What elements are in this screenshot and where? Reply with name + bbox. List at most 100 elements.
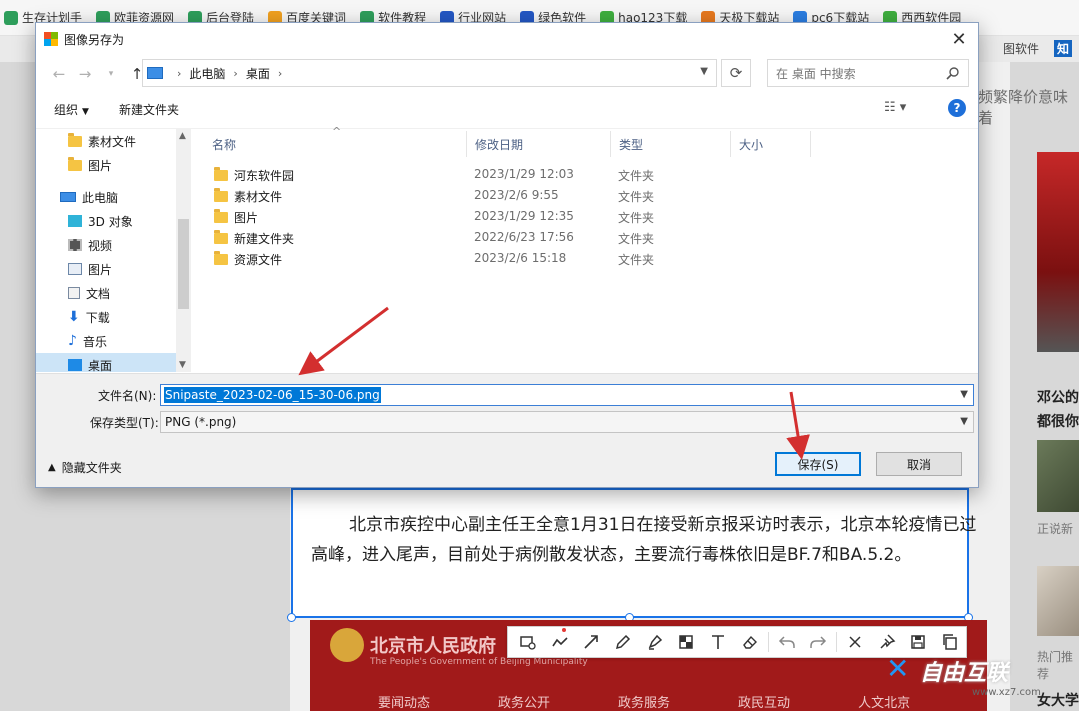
- dialog-title: 图像另存为: [64, 32, 125, 47]
- folder-icon: [68, 156, 82, 171]
- table-row[interactable]: 资源文件 2023/2/6 15:18 文件夹: [192, 248, 812, 269]
- address-bar[interactable]: › 此电脑 › 桌面 › ▼: [142, 59, 717, 87]
- column-label: 类型: [619, 137, 644, 152]
- chevron-right-icon[interactable]: ›: [233, 67, 237, 80]
- breadcrumb-this-pc[interactable]: 此电脑: [189, 65, 225, 82]
- sidebar-headline[interactable]: 都很你: [1037, 411, 1079, 431]
- chevron-down-icon[interactable]: ▼: [700, 66, 708, 77]
- banner-nav-item[interactable]: 政务服务: [618, 692, 670, 711]
- resize-handle[interactable]: [287, 613, 296, 622]
- nav-item-downloads[interactable]: ⬇ 下载: [68, 305, 110, 329]
- banner-nav-item[interactable]: 要闻动态: [378, 692, 430, 711]
- text-icon[interactable]: [702, 627, 734, 657]
- recent-dropdown-icon[interactable]: ▾: [98, 61, 124, 87]
- back-button[interactable]: ←: [46, 61, 72, 87]
- nav-scrollbar[interactable]: ▲ ▼: [176, 129, 191, 372]
- file-date: 2023/2/6 9:55: [474, 188, 559, 202]
- chevron-right-icon[interactable]: ›: [278, 67, 282, 80]
- nav-item-pictures-folder[interactable]: 图片: [68, 153, 112, 177]
- sidebar-news-image[interactable]: [1037, 440, 1079, 512]
- nav-item-label: 视频: [88, 238, 113, 253]
- nav-item-this-pc[interactable]: 此电脑: [60, 185, 118, 209]
- nav-item-label: 桌面: [88, 358, 113, 373]
- pen-line-icon[interactable]: [544, 627, 576, 657]
- chevron-down-icon[interactable]: ▼: [960, 389, 968, 400]
- filename-value: Snipaste_2023-02-06_15-30-06.png: [164, 387, 381, 403]
- scroll-up-icon[interactable]: ▲: [179, 131, 186, 141]
- column-header-size[interactable]: 大小: [731, 131, 811, 157]
- file-name-cell: 河东软件园: [214, 167, 294, 184]
- breadcrumb-desktop[interactable]: 桌面: [246, 65, 270, 82]
- bookmark-favicon-icon: [4, 10, 18, 25]
- arrow-icon[interactable]: [575, 627, 607, 657]
- banner-subtitle: The People's Government of Beijing Munic…: [370, 657, 588, 667]
- scrollbar-thumb[interactable]: [178, 219, 189, 309]
- filetype-select[interactable]: PNG (*.png) ▼: [160, 411, 974, 433]
- computer-icon: [60, 192, 76, 202]
- undo-icon[interactable]: [771, 627, 803, 657]
- save-button[interactable]: 保存(S): [775, 452, 861, 476]
- column-header-date[interactable]: 修改日期: [467, 131, 611, 157]
- snip-selection[interactable]: 北京市疾控中心副主任王全意1月31日在接受新京报采访时表示，北京本轮疫情已过高峰…: [291, 488, 976, 618]
- search-input[interactable]: 在 桌面 中搜索: [767, 59, 969, 87]
- cancel-button[interactable]: 取消: [876, 452, 962, 476]
- nav-item-label: 文档: [86, 286, 111, 301]
- mosaic-icon[interactable]: [671, 627, 703, 657]
- close-icon[interactable]: [839, 627, 871, 657]
- pencil-icon[interactable]: [607, 627, 639, 657]
- marker-icon[interactable]: [639, 627, 671, 657]
- file-type: 文件夹: [618, 232, 655, 246]
- table-row[interactable]: 图片 2023/1/29 12:35 文件夹: [192, 206, 812, 227]
- help-icon[interactable]: ?: [948, 99, 966, 117]
- emblem-icon: [330, 628, 364, 662]
- eraser-icon[interactable]: [734, 627, 766, 657]
- column-header-name[interactable]: 名称 ^: [192, 125, 467, 157]
- nav-item-desktop[interactable]: 桌面: [36, 353, 176, 372]
- chevron-down-icon[interactable]: ▼: [960, 416, 968, 427]
- table-row[interactable]: 河东软件园 2023/1/29 12:03 文件夹: [192, 164, 812, 185]
- tab-label[interactable]: 图软件: [1003, 40, 1039, 57]
- copy-icon[interactable]: [934, 627, 966, 657]
- snip-article-text: 北京市疾控中心副主任王全意1月31日在接受新京报采访时表示，北京本轮疫情已过高峰…: [311, 515, 977, 565]
- sidebar-headline[interactable]: 邓公的: [1037, 387, 1079, 407]
- folder-icon: [214, 167, 228, 181]
- column-header-type[interactable]: 类型: [611, 131, 731, 157]
- organize-button[interactable]: 组织 ▼: [54, 101, 89, 118]
- nav-item-3d-objects[interactable]: 3D 对象: [68, 209, 133, 233]
- scroll-down-icon[interactable]: ▼: [179, 360, 186, 370]
- forward-button[interactable]: →: [72, 61, 98, 87]
- nav-item-materials[interactable]: 素材文件: [68, 129, 136, 153]
- banner-nav-item[interactable]: 政民互动: [738, 692, 790, 711]
- filetype-label: 保存类型(T):: [90, 416, 159, 430]
- nav-item-videos[interactable]: 视频: [68, 233, 112, 257]
- redo-icon[interactable]: [802, 627, 834, 657]
- computer-icon: [147, 67, 163, 79]
- view-options-icon[interactable]: ☷ ▾: [884, 100, 906, 115]
- table-row[interactable]: 素材文件 2023/2/6 9:55 文件夹: [192, 185, 812, 206]
- banner-nav-item[interactable]: 人文北京: [858, 692, 910, 711]
- file-list: 名称 ^ 修改日期 类型 大小 河东软件园 2023/1/29 12:03 文件夹…: [192, 125, 978, 372]
- close-button[interactable]: ✕: [946, 27, 972, 51]
- hide-folders-toggle[interactable]: ▲ 隐藏文件夹: [48, 459, 122, 476]
- nav-item-documents[interactable]: 文档: [68, 281, 110, 305]
- dialog-titlebar[interactable]: 图像另存为 ✕: [36, 23, 978, 55]
- nav-item-label: 音乐: [82, 334, 107, 349]
- banner-nav-item[interactable]: 政务公开: [498, 692, 550, 711]
- nav-item-music[interactable]: ♪ 音乐: [68, 329, 107, 353]
- navigation-pane: 素材文件 图片 此电脑 3D 对象 视频 图片 文档 ⬇ 下载 ♪ 音乐 桌面 ▲ …: [36, 129, 191, 372]
- new-folder-button[interactable]: 新建文件夹: [119, 101, 179, 118]
- filetype-value: PNG (*.png): [165, 415, 237, 429]
- sidebar-ad-image[interactable]: [1037, 152, 1079, 352]
- table-row[interactable]: 新建文件夹 2022/6/23 17:56 文件夹: [192, 227, 812, 248]
- sidebar-headline[interactable]: 女大学: [1037, 690, 1079, 710]
- tab-badge[interactable]: 知: [1054, 40, 1073, 57]
- nav-item-pictures[interactable]: 图片: [68, 257, 112, 281]
- filename-input[interactable]: Snipaste_2023-02-06_15-30-06.png ▼: [160, 384, 974, 406]
- folder-icon: [214, 230, 228, 244]
- sidebar-news-image[interactable]: [1037, 566, 1079, 636]
- file-name-cell: 资源文件: [214, 251, 282, 268]
- chevron-right-icon[interactable]: ›: [177, 67, 181, 80]
- banner-nav: 要闻动态 政务公开 政务服务 政民互动 人文北京: [310, 692, 987, 711]
- refresh-button[interactable]: ⟳: [721, 59, 751, 87]
- rectangle-icon[interactable]: [512, 627, 544, 657]
